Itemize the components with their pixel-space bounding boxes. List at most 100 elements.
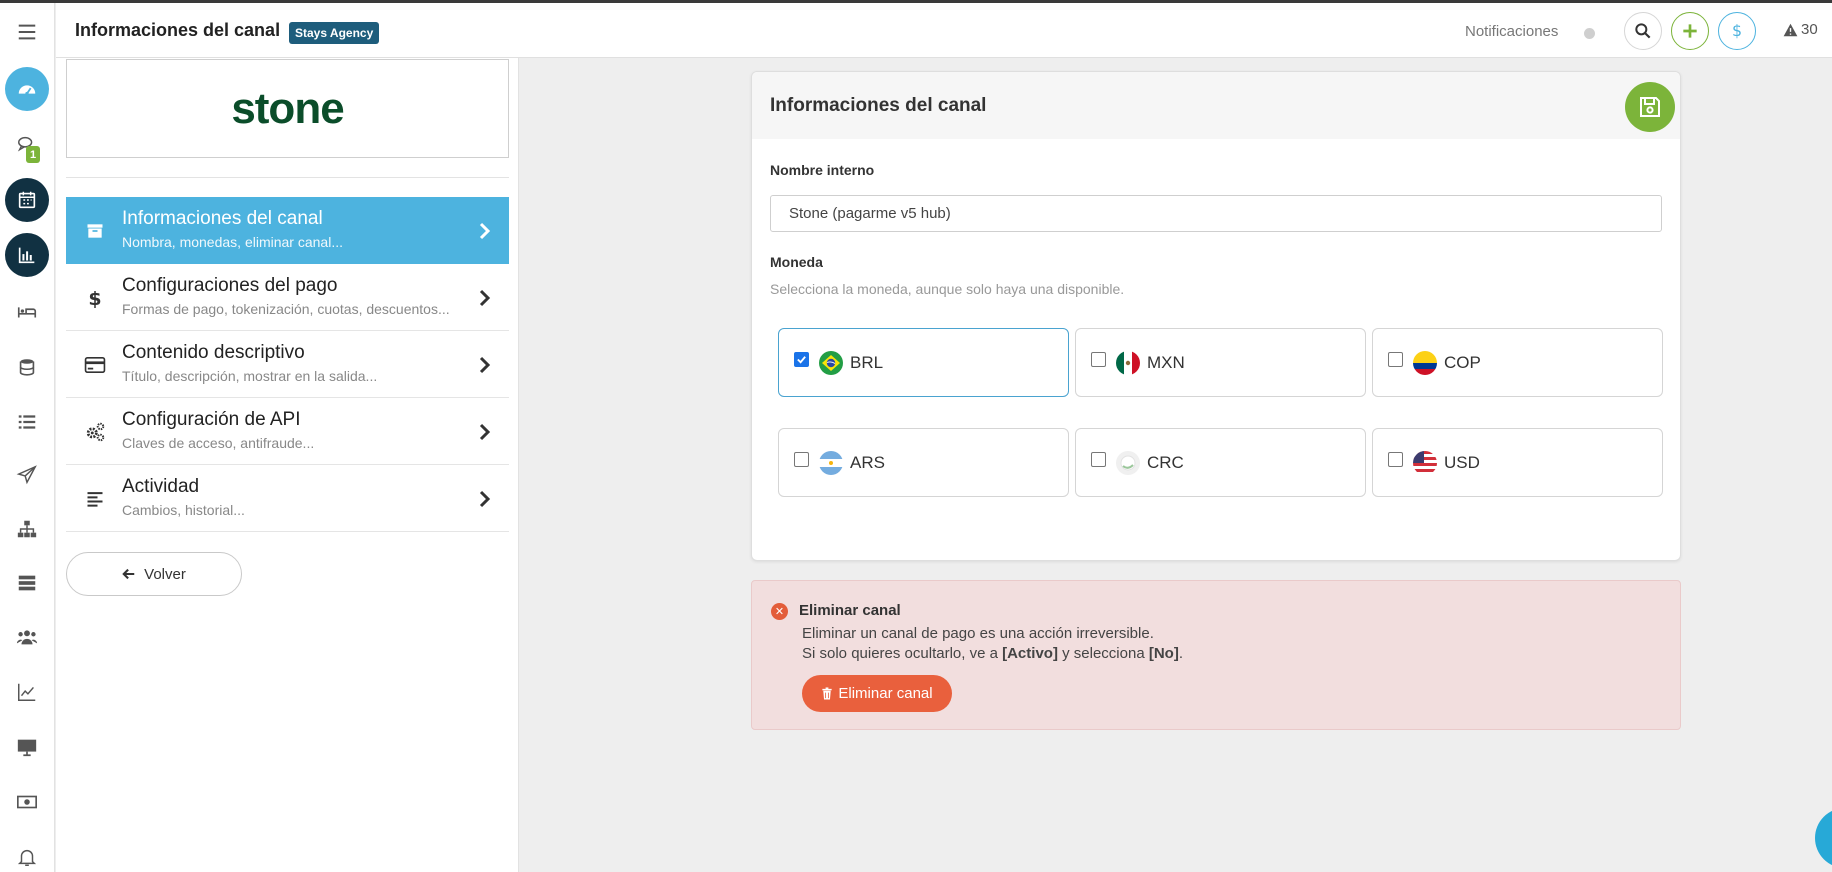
top-header: Informaciones del canal Stays Agency Not… — [56, 3, 1832, 58]
alerts-count: 30 — [1801, 21, 1818, 38]
chat-badge: 1 — [26, 146, 40, 163]
menu-item-title: Actividad — [122, 476, 200, 497]
internal-name-label: Nombre interno — [770, 162, 875, 178]
hint-prefix: Si solo quieres ocultarlo, ve a — [802, 645, 1003, 662]
menu-item-subtitle: Formas de pago, tokenización, cuotas, de… — [122, 301, 450, 317]
agency-badge[interactable]: Stays Agency — [289, 22, 380, 44]
cogs-icon — [84, 421, 106, 443]
dashboard-icon[interactable] — [4, 66, 50, 112]
menu-item-channel-info[interactable]: Informaciones del canal Nombra, monedas,… — [66, 197, 509, 264]
hint-mid: y selecciona — [1057, 645, 1149, 662]
chevron-right-icon — [479, 356, 491, 374]
currency-checkbox[interactable] — [1091, 352, 1106, 367]
menu-item-descriptive-content[interactable]: Contenido descriptivo Título, descripció… — [66, 331, 509, 398]
delete-channel-button[interactable]: Eliminar canal — [802, 675, 952, 712]
list-icon[interactable] — [4, 399, 50, 445]
channel-logo: stone — [66, 59, 509, 158]
currency-checkbox[interactable] — [794, 352, 809, 367]
currency-checkbox[interactable] — [1388, 352, 1403, 367]
currency-checkbox[interactable] — [794, 452, 809, 467]
menu-item-subtitle: Claves de acceso, antifraude... — [122, 435, 315, 451]
channel-sidebar: stone Informaciones del canal Nombra, mo… — [56, 58, 519, 872]
currency-checkbox[interactable] — [1388, 452, 1403, 467]
sitemap-icon[interactable] — [4, 506, 50, 552]
currency-option-crc[interactable]: CRC — [1075, 428, 1366, 497]
menu-item-api-config[interactable]: Configuración de API Claves de acceso, a… — [66, 398, 509, 465]
mexico-flag-icon — [1116, 351, 1140, 375]
currency-code: ARS — [850, 453, 885, 472]
line-chart-icon[interactable] — [4, 669, 50, 715]
currency-option-brl[interactable]: BRL — [778, 328, 1069, 397]
notifications-label[interactable]: Notificaciones — [1465, 23, 1558, 40]
users-icon[interactable] — [4, 614, 50, 660]
alerts-indicator[interactable]: 30 — [1783, 21, 1818, 38]
bed-icon[interactable] — [4, 289, 50, 335]
svg-text:$: $ — [1732, 21, 1742, 40]
credit-card-icon — [84, 354, 106, 376]
server-icon[interactable] — [4, 560, 50, 606]
svg-text:$: $ — [88, 288, 101, 309]
delete-channel-title: Eliminar canal — [799, 602, 901, 619]
delete-warning-text: Eliminar un canal de pago es una acción … — [802, 625, 1154, 642]
error-icon: ✕ — [771, 603, 788, 620]
save-icon — [1640, 97, 1660, 117]
currency-option-mxn[interactable]: MXN — [1075, 328, 1366, 397]
money-icon[interactable] — [4, 779, 50, 825]
delete-hint-text: Si solo quieres ocultarlo, ve a [Activo]… — [802, 645, 1183, 662]
notifications-status-dot — [1584, 28, 1595, 39]
align-left-icon — [84, 488, 106, 510]
warning-icon — [1783, 23, 1798, 36]
delete-button-label: Eliminar canal — [838, 685, 933, 702]
save-button[interactable] — [1625, 82, 1675, 132]
arrow-left-icon — [122, 568, 135, 580]
currency-code: BRL — [850, 353, 884, 372]
database-icon[interactable] — [4, 344, 50, 390]
usa-flag-icon — [1413, 451, 1437, 475]
currency-option-ars[interactable]: ARS — [778, 428, 1069, 497]
currency-checkbox[interactable] — [1091, 452, 1106, 467]
currency-code: CRC — [1147, 453, 1184, 472]
support-chat-button[interactable] — [1815, 808, 1832, 868]
calendar-icon[interactable] — [4, 177, 50, 223]
argentina-flag-icon — [819, 451, 843, 475]
dollar-button[interactable]: $ — [1718, 12, 1756, 50]
icon-rail: 1 — [0, 3, 55, 872]
dollar-icon: $ — [1732, 21, 1742, 40]
bell-icon[interactable] — [4, 834, 50, 872]
currency-label: Moneda — [770, 254, 823, 270]
search-button[interactable] — [1624, 12, 1662, 50]
channel-info-card: Informaciones del canal Nombre interno M… — [751, 71, 1681, 561]
plus-icon — [1683, 24, 1697, 38]
delete-channel-panel: ✕ Eliminar canal Eliminar un canal de pa… — [751, 580, 1681, 730]
costa-rica-flag-icon — [1116, 451, 1140, 475]
menu-icon[interactable] — [4, 9, 50, 55]
back-button[interactable]: Volver — [66, 552, 242, 596]
card-header: Informaciones del canal — [752, 72, 1680, 139]
hint-active: [Activo] — [1002, 645, 1058, 662]
check-icon — [797, 356, 806, 364]
logo-text: stone — [231, 83, 344, 133]
card-title: Informaciones del canal — [770, 95, 987, 116]
divider — [66, 177, 509, 178]
chat-icon[interactable]: 1 — [4, 122, 50, 168]
add-button[interactable] — [1671, 12, 1709, 50]
internal-name-input[interactable] — [770, 195, 1662, 232]
hint-suffix: . — [1178, 645, 1184, 662]
menu-item-activity[interactable]: Actividad Cambios, historial... — [66, 465, 509, 532]
dollar-icon: $ — [84, 287, 106, 309]
send-icon[interactable] — [4, 452, 50, 498]
chevron-right-icon — [479, 222, 491, 240]
menu-item-title: Contenido descriptivo — [122, 342, 305, 363]
currency-code: USD — [1444, 453, 1480, 472]
currency-option-cop[interactable]: COP — [1372, 328, 1663, 397]
currency-option-usd[interactable]: USD — [1372, 428, 1663, 497]
menu-item-payment-settings[interactable]: $ Configuraciones del pago Formas de pag… — [66, 264, 509, 331]
monitor-icon[interactable] — [4, 724, 50, 770]
hint-no: [No] — [1148, 645, 1179, 662]
brazil-flag-icon — [819, 351, 843, 375]
channel-menu: Informaciones del canal Nombra, monedas,… — [66, 197, 509, 532]
currency-help-text: Selecciona la moneda, aunque solo haya u… — [770, 281, 1125, 297]
menu-item-subtitle: Título, descripción, mostrar en la salid… — [122, 368, 378, 384]
chevron-right-icon — [479, 423, 491, 441]
bar-chart-icon[interactable] — [4, 232, 50, 278]
